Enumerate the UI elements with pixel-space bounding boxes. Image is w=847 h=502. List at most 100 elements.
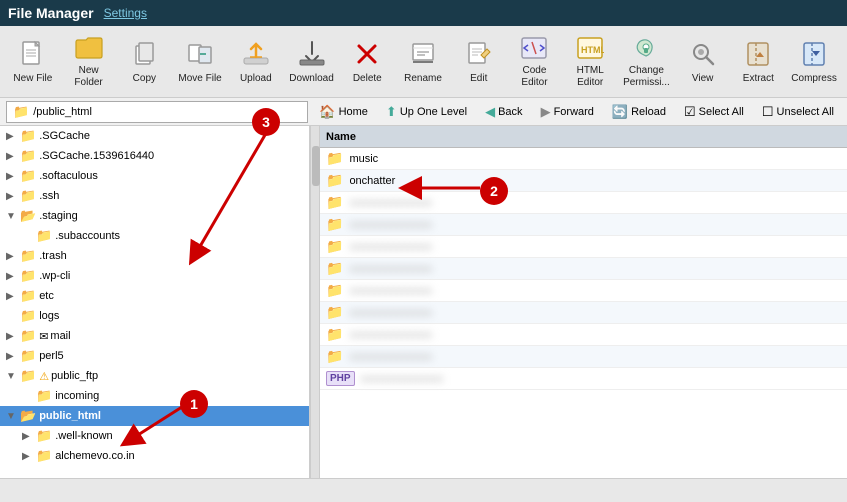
file-row-4[interactable]: 📁 xxxxxxxxxxxxxxx [320, 214, 847, 236]
home-button[interactable]: 🏠 Home [312, 101, 375, 123]
upload-label: Upload [240, 73, 272, 85]
html-editor-icon: HTML [574, 34, 606, 62]
file-row-6[interactable]: 📁 xxxxxxxxxxxxxxx [320, 258, 847, 280]
softaculous-label: .softaculous [39, 170, 98, 182]
html-editor-button[interactable]: HTML HTMLEditor [563, 31, 617, 93]
file-row-10[interactable]: 📁 xxxxxxxxxxxxxxx [320, 346, 847, 368]
up-one-level-label: Up One Level [400, 106, 467, 118]
move-file-button[interactable]: Move File [173, 31, 227, 93]
unselect-all-button[interactable]: ☐ Unselect All [755, 101, 841, 123]
sidebar-item-trash[interactable]: ▶ 📁 .trash [0, 246, 309, 266]
sidebar-item-logs[interactable]: 📁 logs [0, 306, 309, 326]
forward-label: Forward [554, 106, 594, 118]
sidebar-item-wp-cli[interactable]: ▶ 📁 .wp-cli [0, 266, 309, 286]
sgcache-folder-icon: 📁 [20, 128, 36, 144]
file-row-5[interactable]: 📁 xxxxxxxxxxxxxxx [320, 236, 847, 258]
new-file-button[interactable]: New File [6, 31, 60, 93]
sidebar-item-softaculous[interactable]: ▶ 📁 .softaculous [0, 166, 309, 186]
sidebar-item-staging[interactable]: ▼ 📂 .staging [0, 206, 309, 226]
toggle-staging[interactable]: ▼ [6, 211, 20, 222]
delete-button[interactable]: Delete [340, 31, 394, 93]
sidebar-item-alchemevo[interactable]: ▶ 📁 alchemevo.co.in [0, 446, 309, 466]
file10-name: xxxxxxxxxxxxxxx [349, 351, 432, 363]
etc-folder-icon: 📁 [20, 288, 36, 304]
up-one-level-button[interactable]: ⬆ Up One Level [379, 101, 474, 123]
toggle-trash[interactable]: ▶ [6, 251, 20, 262]
sidebar-item-subaccounts[interactable]: 📁 .subaccounts [0, 226, 309, 246]
perl5-label: perl5 [39, 350, 63, 362]
mail-folder-icon: 📁 [20, 328, 36, 344]
toggle-wp-cli[interactable]: ▶ [6, 271, 20, 282]
copy-button[interactable]: Copy [117, 31, 171, 93]
sidebar-item-perl5[interactable]: ▶ 📁 perl5 [0, 346, 309, 366]
php-file-icon: PHP [326, 371, 355, 386]
sidebar-item-well-known[interactable]: ▶ 📁 .well-known [0, 426, 309, 446]
up-icon: ⬆ [386, 104, 397, 120]
delete-label: Delete [353, 73, 382, 85]
file5-name: xxxxxxxxxxxxxxx [349, 241, 432, 253]
file-row-7[interactable]: 📁 xxxxxxxxxxxxxxx [320, 280, 847, 302]
upload-button[interactable]: Upload [229, 31, 283, 93]
copy-label: Copy [133, 73, 156, 85]
softaculous-folder-icon: 📁 [20, 168, 36, 184]
compress-button[interactable]: Compress [787, 31, 841, 93]
file-row-8[interactable]: 📁 xxxxxxxxxxxxxxx [320, 302, 847, 324]
toggle-sgcache-ts[interactable]: ▶ [6, 151, 20, 162]
public-ftp-label: public_ftp [51, 370, 98, 382]
download-button[interactable]: Download [285, 31, 339, 93]
toggle-etc[interactable]: ▶ [6, 291, 20, 302]
file7-folder-icon: 📁 [326, 282, 343, 299]
sidebar-item-mail[interactable]: ▶ 📁 ✉ mail [0, 326, 309, 346]
toggle-perl5[interactable]: ▶ [6, 351, 20, 362]
sgcache-ts-folder-icon: 📁 [20, 148, 36, 164]
file-row-3[interactable]: 📁 xxxxxxxxxxxxxxx [320, 192, 847, 214]
file-row-php[interactable]: PHP xxxxxxxxxxxxxxx [320, 368, 847, 390]
download-icon [296, 38, 328, 70]
toggle-public-html[interactable]: ▼ [6, 411, 20, 422]
forward-button[interactable]: ▶ Forward [534, 101, 601, 123]
file-row-onchatter[interactable]: 📁 onchatter [320, 170, 847, 192]
path-text: /public_html [33, 106, 92, 118]
back-button[interactable]: ◀ Back [478, 101, 529, 123]
sidebar-item-incoming[interactable]: 📁 incoming [0, 386, 309, 406]
reload-button[interactable]: 🔄 Reload [605, 101, 673, 123]
sidebar-item-sgcache-ts[interactable]: ▶ 📁 .SGCache.1539616440 [0, 146, 309, 166]
toggle-mail[interactable]: ▶ [6, 331, 20, 342]
file-row-music[interactable]: 📁 music [320, 148, 847, 170]
code-editor-button[interactable]: CodeEditor [508, 31, 562, 93]
change-perms-button[interactable]: ChangePermissi... [619, 31, 674, 93]
reload-label: Reload [631, 106, 666, 118]
back-label: Back [498, 106, 522, 118]
toggle-softaculous[interactable]: ▶ [6, 171, 20, 182]
music-folder-icon: 📁 [326, 150, 343, 167]
change-perms-label: ChangePermissi... [623, 65, 670, 89]
select-all-button[interactable]: ☑ Select All [677, 101, 751, 123]
extract-button[interactable]: Extract [731, 31, 785, 93]
toggle-public-ftp[interactable]: ▼ [6, 371, 20, 382]
wp-cli-label: .wp-cli [39, 270, 70, 282]
new-folder-button[interactable]: NewFolder [62, 31, 116, 93]
view-button[interactable]: View [676, 31, 730, 93]
php-file-name: xxxxxxxxxxxxxxx [361, 373, 444, 385]
file-row-9[interactable]: 📁 xxxxxxxxxxxxxxx [320, 324, 847, 346]
sidebar-item-etc[interactable]: ▶ 📁 etc [0, 286, 309, 306]
logs-label: logs [39, 310, 59, 322]
toggle-alchemevo[interactable]: ▶ [22, 451, 36, 462]
toggle-sgcache[interactable]: ▶ [6, 131, 20, 142]
sidebar-item-public-ftp[interactable]: ▼ 📁 ⚠ public_ftp [0, 366, 309, 386]
sidebar-item-sgcache[interactable]: ▶ 📁 .SGCache [0, 126, 309, 146]
sidebar-item-public-html[interactable]: ▼ 📂 public_html [0, 406, 309, 426]
sidebar-scrollbar[interactable] [310, 126, 320, 478]
sidebar-item-ssh[interactable]: ▶ 📁 .ssh [0, 186, 309, 206]
edit-button[interactable]: Edit [452, 31, 506, 93]
view-label: View [692, 73, 714, 85]
rename-button[interactable]: Rename [396, 31, 450, 93]
toggle-ssh[interactable]: ▶ [6, 191, 20, 202]
sidebar[interactable]: ▶ 📁 .SGCache ▶ 📁 .SGCache.1539616440 ▶ 📁… [0, 126, 310, 478]
forward-icon: ▶ [541, 104, 551, 120]
file8-name: xxxxxxxxxxxxxxx [349, 307, 432, 319]
code-editor-icon [518, 34, 550, 62]
settings-link[interactable]: Settings [104, 6, 147, 20]
new-file-label: New File [13, 73, 52, 85]
toggle-well-known[interactable]: ▶ [22, 431, 36, 442]
